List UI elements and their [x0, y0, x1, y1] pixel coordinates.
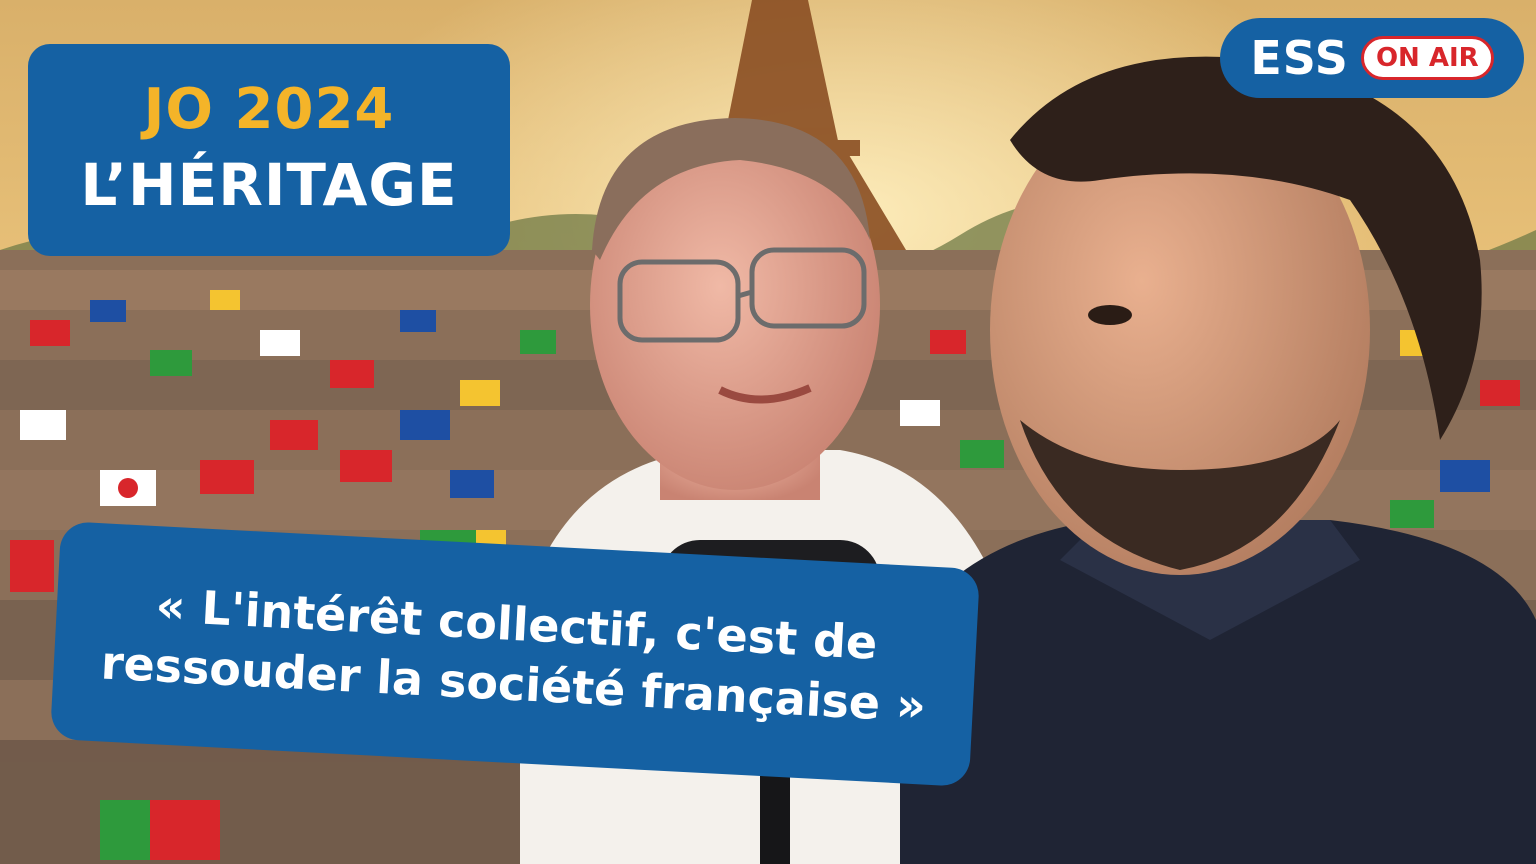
title-year: JO 2024 — [143, 77, 395, 142]
quote-text: « L'intérêt collectif, c'est de ressoude… — [99, 578, 928, 733]
ess-on-air-logo: ESS ON AIR — [1220, 18, 1524, 98]
title-theme: L’HÉRITAGE — [80, 151, 458, 219]
title-panel: JO 2024 L’HÉRITAGE — [28, 44, 510, 256]
on-air-badge: ON AIR — [1360, 36, 1494, 80]
logo-word: ESS — [1250, 31, 1349, 85]
